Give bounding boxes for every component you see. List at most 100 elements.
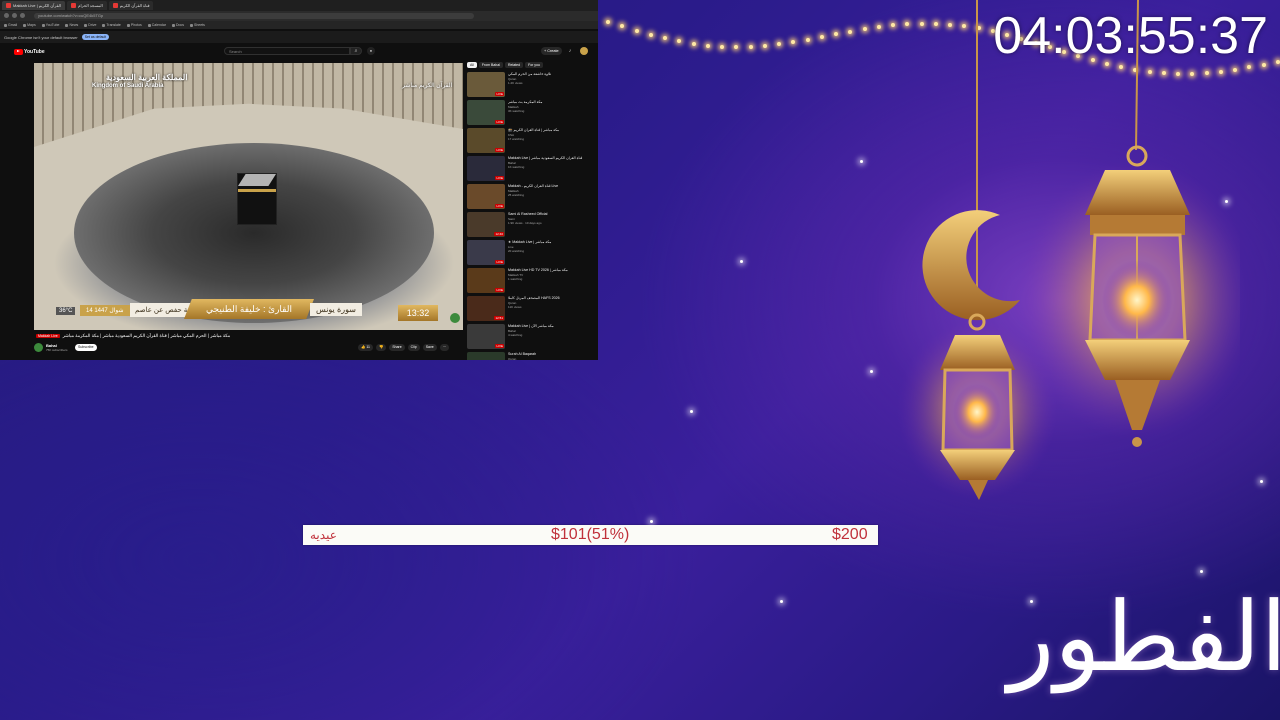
url-field[interactable]: youtube.com/watch?v=cuQE4k5TGp	[34, 13, 474, 19]
recommendation-item[interactable]: 1:55:42Surah Al BaqarahQuran2M views	[467, 352, 593, 360]
recommendation-text: Makkah Live | مكة مباشر الآن Bahal 4 watch…	[508, 324, 593, 351]
recommendation-title: Sami Al Rasheed Official	[508, 212, 548, 216]
search-input[interactable]: Search	[224, 47, 350, 55]
recommendation-item[interactable]: LIVE ★ Makkah Live | مكة مباشر Live 20 watc…	[467, 240, 593, 267]
light-bulb-decoration	[1276, 60, 1280, 64]
reload-icon[interactable]	[20, 13, 25, 18]
back-icon[interactable]	[4, 13, 9, 18]
light-bulb-decoration	[748, 44, 753, 49]
chip-for-you[interactable]: For you	[525, 62, 543, 68]
recommendation-duration: 12:51	[494, 316, 504, 320]
recommendation-thumbnail[interactable]: LIVE	[467, 324, 505, 349]
browser-window: Makkah Live | القرآن الكريم المسجد الحرا…	[0, 0, 598, 360]
chip-all[interactable]: All	[467, 62, 477, 68]
recommendation-thumbnail[interactable]: 12:51	[467, 296, 505, 321]
light-bulb-decoration	[834, 32, 839, 37]
subscriber-count: 75K subscribers	[46, 348, 68, 352]
recommendation-text: ★ Makkah Live | مكة مباشر Live 20 watching	[508, 240, 593, 267]
bookmark[interactable]: Calendar	[148, 23, 166, 27]
light-bulb-decoration	[663, 36, 668, 41]
recommendation-item[interactable]: 12:51 المصحف المرتل كاملا HAFS 2026 Quran 1…	[467, 296, 593, 323]
recommendation-thumbnail[interactable]: LIVE	[467, 240, 505, 265]
reader-label: القارئ : خليفة الطنيجي	[184, 299, 314, 319]
recommendation-text: المصحف المرتل كاملا HAFS 2026 Quran 11K vi…	[508, 296, 593, 323]
recommendation-thumbnail[interactable]: LIVE	[467, 268, 505, 293]
overlay-channel-arabic: المملكة العربية السعودية	[106, 73, 188, 82]
sparkle-decoration	[1225, 200, 1228, 203]
recommendation-thumbnail[interactable]: LIVE	[467, 128, 505, 153]
recommendation-meta: 20 watching	[508, 249, 525, 254]
recommendation-title: Makkah Live | قناة القرآن الكريم السعودي…	[508, 156, 583, 160]
like-button[interactable]: 👍 11	[358, 344, 373, 351]
bookmark[interactable]: Sheets	[190, 23, 205, 27]
recommendation-thumbnail[interactable]: 12:40	[467, 212, 505, 237]
bookmarks-bar: Gmail Maps YouTube News Drive Translate …	[0, 21, 598, 29]
browser-tab[interactable]: Makkah Live | القرآن الكريم	[2, 1, 65, 10]
recommendation-title: 🕋 مكة مباشر | قناة القرآن الكريم	[508, 128, 560, 132]
clip-button[interactable]: Clip	[407, 344, 420, 351]
microphone-icon[interactable]: ●	[367, 47, 375, 55]
recommendation-item[interactable]: 12:40 Sami Al Rasheed Official Sami 1.9K vi…	[467, 212, 593, 239]
recommendation-item[interactable]: LIVE Makkah Live HD TV 2026 | مكة مباشر Ma…	[467, 268, 593, 295]
bookmark[interactable]: Gmail	[4, 23, 17, 27]
dislike-button[interactable]: 👎	[375, 344, 387, 351]
quran-channel-badge: القرآن الكريم مباشر	[402, 83, 453, 89]
bookmark[interactable]: Docs	[172, 23, 184, 27]
avatar[interactable]	[580, 47, 588, 55]
video-title-text: مكة مباشر | الحرم المكي مباشر | قناة الق…	[62, 333, 231, 338]
set-default-button[interactable]: Set as default	[81, 34, 110, 40]
video-player[interactable]: المملكة العربية السعودية Kingdom of Saud…	[34, 63, 463, 330]
browser-tab[interactable]: المسجد الحرام	[66, 1, 107, 10]
recommendation-meta: 1K watching	[508, 165, 525, 170]
sparkle-decoration	[780, 600, 783, 603]
recommendation-duration: LIVE	[495, 92, 504, 96]
bookmark[interactable]: Translate	[102, 23, 120, 27]
light-bulb-decoration	[648, 32, 653, 37]
chip-from-channel[interactable]: From Bahal	[478, 62, 503, 68]
recommendation-item[interactable]: LIVE 🕋 مكة مباشر | قناة القرآن الكريم KSA 1…	[467, 128, 593, 155]
recommendation-item[interactable]: LIVE مكة المكرمة بث مباشر Makkah 3K watchin…	[467, 100, 593, 127]
youtube-logo[interactable]: YouTube	[14, 48, 45, 55]
bookmark[interactable]: Photos	[127, 23, 142, 27]
channel-avatar[interactable]	[34, 343, 43, 352]
bookmark[interactable]: YouTube	[42, 23, 60, 27]
bookmark[interactable]: Maps	[23, 23, 36, 27]
bookmark[interactable]: News	[65, 23, 78, 27]
chip-related[interactable]: Related	[504, 62, 524, 68]
recommendation-thumbnail[interactable]: LIVE	[467, 72, 505, 97]
create-button[interactable]: + Create	[541, 47, 562, 55]
recommendation-item[interactable]: LIVE Makkah Live | مكة مباشر الآن Bahal 4 w…	[467, 324, 593, 351]
subscribe-button[interactable]: Subscribe	[75, 344, 97, 351]
more-button[interactable]: ···	[439, 344, 450, 351]
recommendation-item[interactable]: LIVE تلاوة خاشعة من الحرم المكي Quran 1.2K …	[467, 72, 593, 99]
recommendation-thumbnail[interactable]: 1:55:42	[467, 352, 505, 360]
eid-banner-text: الفطور	[1008, 581, 1280, 693]
light-bulb-decoration	[848, 29, 853, 34]
light-bulb-decoration	[691, 41, 696, 46]
notice-text: Google Chrome isn't your default browser	[4, 34, 78, 40]
recommendation-thumbnail[interactable]: LIVE	[467, 100, 505, 125]
recommendation-thumbnail[interactable]: LIVE	[467, 184, 505, 209]
bookmark[interactable]: Drive	[84, 23, 96, 27]
share-button[interactable]: Share	[389, 344, 405, 351]
recommendation-meta: 25 watching	[508, 193, 525, 198]
overlay-channel-english: Kingdom of Saudi Arabia	[92, 83, 164, 89]
recommendation-duration: LIVE	[495, 176, 504, 180]
recommendation-thumbnail[interactable]: LIVE	[467, 156, 505, 181]
recommendation-channel: Quran	[508, 357, 517, 360]
youtube-play-icon	[14, 48, 23, 55]
recommendation-text: Sami Al Rasheed Official Sami 1.9K views ·…	[508, 212, 593, 239]
recommendation-duration: LIVE	[495, 148, 504, 152]
video-title: Makkah Live مكة مباشر | الحرم المكي مباش…	[36, 333, 462, 339]
video-frame-kaaba-band	[238, 189, 276, 192]
recommendation-duration: LIVE	[495, 120, 504, 124]
bell-icon[interactable]: ♪	[566, 47, 574, 55]
tab-bar: Makkah Live | القرآن الكريم المسجد الحرا…	[0, 0, 598, 11]
forward-icon[interactable]	[12, 13, 17, 18]
browser-tab[interactable]: قناة القرآن الكريم	[108, 1, 154, 10]
save-button[interactable]: Save	[422, 344, 437, 351]
search-icon[interactable]: ⌕	[350, 47, 362, 55]
recommendation-item[interactable]: LIVE Makkah Live | قناة القرآن الكريم الس…	[467, 156, 593, 183]
recommendation-meta: 17 watching	[508, 137, 525, 142]
recommendation-item[interactable]: LIVE Makkah - قناة القرآن الكريم Live Makk…	[467, 184, 593, 211]
